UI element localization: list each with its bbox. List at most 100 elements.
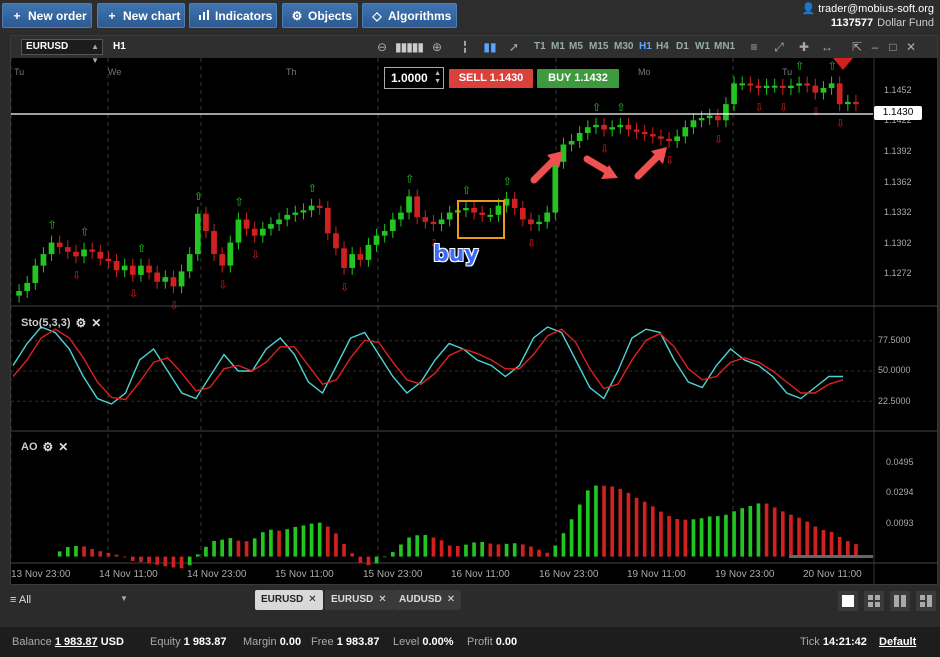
candle-body bbox=[763, 85, 770, 88]
candle-body bbox=[406, 196, 412, 213]
sell-button[interactable]: SELL 1.1430 bbox=[449, 69, 533, 88]
fractal-down-arrow: ⇩ bbox=[527, 238, 536, 250]
tf-h1[interactable]: H1 bbox=[639, 41, 652, 52]
stoch-tick: 50.0000 bbox=[878, 365, 911, 375]
candle-body bbox=[633, 129, 640, 132]
tf-m1[interactable]: M1 bbox=[551, 41, 565, 52]
profile-select[interactable]: Default bbox=[879, 636, 916, 648]
zoom-out-icon[interactable]: ⊖ bbox=[374, 39, 390, 55]
tf-m5[interactable]: M5 bbox=[569, 41, 583, 52]
annotation-arrow-up bbox=[530, 151, 563, 184]
horizontal-line-icon[interactable]: ↔ bbox=[819, 39, 835, 55]
chart-tab[interactable]: EURUSD ✕ bbox=[255, 590, 323, 610]
tf-mn1[interactable]: MN1 bbox=[714, 41, 735, 52]
layout-single-icon[interactable] bbox=[838, 591, 858, 611]
layout-columns-icon[interactable] bbox=[890, 591, 910, 611]
chart-canvas: ⇧⇧⇧⇧ ⇧⇧⇧⇧⇧⇧ ⇧⇧ ⇧⇩⇩⇩⇩⇩⇩⇩ ⇩⇩⇩⇩⇩ ⇩ ⇩⇩ Tu We Th Mo… bbox=[10, 58, 937, 586]
chart-tab[interactable]: EURUSD ✕ bbox=[325, 590, 393, 610]
tf-d1[interactable]: D1 bbox=[676, 41, 689, 52]
tf-h4[interactable]: H4 bbox=[656, 41, 669, 52]
candle-body bbox=[828, 83, 835, 88]
candle-body bbox=[463, 207, 469, 211]
candle-body bbox=[471, 207, 477, 213]
account-user: trader@mobius-soft.org bbox=[818, 3, 934, 15]
candle-body bbox=[227, 242, 234, 266]
chart-scrollbar[interactable] bbox=[789, 555, 873, 558]
buy-button[interactable]: BUY 1.1432 bbox=[537, 69, 619, 88]
account-info[interactable]: 👤 trader@mobius-soft.org 1137577 Dollar F… bbox=[802, 2, 934, 30]
symbol-selector[interactable]: EURUSD ▲ ▼ bbox=[21, 39, 103, 65]
candle-body bbox=[422, 217, 429, 222]
candle-body bbox=[81, 249, 87, 257]
candle-body bbox=[779, 85, 786, 88]
filter-select[interactable]: ≡ All ▼ bbox=[10, 594, 128, 606]
layout-grid-icon[interactable] bbox=[864, 591, 884, 611]
close-icon[interactable]: ✕ bbox=[378, 594, 386, 605]
close-icon[interactable]: ✕ bbox=[58, 440, 68, 454]
candle-body bbox=[373, 235, 380, 245]
tf-m15[interactable]: M15 bbox=[589, 41, 608, 52]
candle-body bbox=[146, 265, 152, 273]
close-icon[interactable]: ✕ bbox=[308, 594, 316, 605]
crosshair-icon[interactable]: ✚ bbox=[796, 39, 812, 55]
time-tick: 14 Nov 23:00 bbox=[187, 569, 247, 580]
chevron-down-icon: ▼ bbox=[120, 594, 128, 603]
time-tick: 19 Nov 23:00 bbox=[715, 569, 775, 580]
candle-body bbox=[324, 207, 331, 234]
candle-body bbox=[723, 104, 729, 121]
trendline-icon[interactable]: ⤢ bbox=[771, 39, 787, 55]
price-tick: 1.1332 bbox=[884, 207, 912, 217]
zoom-in-icon[interactable]: ⊕ bbox=[429, 39, 445, 55]
candle-body bbox=[536, 221, 542, 225]
candles bbox=[16, 76, 859, 303]
plus-icon: + bbox=[13, 8, 21, 23]
candle-body bbox=[511, 198, 518, 208]
minimize-icon[interactable]: – bbox=[867, 39, 883, 55]
tf-m30[interactable]: M30 bbox=[614, 41, 633, 52]
new-chart-button[interactable]: + New chart bbox=[97, 3, 185, 28]
indicators-button[interactable]: Indicators bbox=[189, 3, 277, 28]
price-tick: 1.1392 bbox=[884, 146, 912, 156]
bar-chart-type-icon[interactable]: ╏ bbox=[457, 39, 473, 55]
algorithms-button[interactable]: ◇ Algorithms bbox=[362, 3, 457, 28]
time-tick: 15 Nov 23:00 bbox=[363, 569, 423, 580]
tick-stat: Tick 14:21:42 bbox=[800, 636, 867, 648]
chart-plot-area[interactable]: ⇧ ⇧ ⇧ ⇧ ⇧ ⇧ ⇧ ⇧ ⇧ ⇧ ⇧ ⇧ ⇧ ⇩ ⇩ ⇩ ⇩ ⇩ ⇩ ⇩ ⇩ ⇩ ⇩ ⇩ ⇩ ⇩ ⇩ ⇩ Tu We Th Mo… bbox=[10, 58, 937, 586]
candle-body bbox=[162, 277, 169, 282]
fibonacci-icon[interactable]: ≡ bbox=[746, 39, 762, 55]
candle-body bbox=[641, 131, 648, 135]
account-number: 1137577 bbox=[830, 17, 874, 29]
candle-body bbox=[97, 251, 104, 259]
close-icon[interactable]: ✕ bbox=[903, 39, 919, 55]
annotation-arrow-up bbox=[634, 147, 667, 180]
spinner-icon[interactable]: ▲ ▼ bbox=[434, 70, 441, 86]
close-icon[interactable]: ✕ bbox=[447, 594, 455, 605]
fractal-down-arrow: ⇩ bbox=[836, 118, 845, 130]
settings-icon[interactable]: ⚙ bbox=[43, 440, 54, 454]
quantity-input[interactable]: 1.0000 ▲ ▼ bbox=[384, 67, 444, 89]
maximize-icon[interactable]: □ bbox=[885, 39, 901, 55]
chart-tab[interactable]: AUDUSD ✕ bbox=[393, 590, 462, 610]
zoom-slider[interactable]: ▮▮▮▮▮ bbox=[394, 39, 424, 55]
tf-t1[interactable]: T1 bbox=[534, 41, 546, 52]
price-tick: 1.1452 bbox=[884, 85, 912, 95]
close-icon[interactable]: ✕ bbox=[91, 316, 101, 330]
tf-w1[interactable]: W1 bbox=[695, 41, 710, 52]
candle-body bbox=[292, 212, 299, 215]
layout-rows-icon[interactable] bbox=[916, 591, 936, 611]
plus-icon: + bbox=[108, 8, 116, 23]
objects-button[interactable]: ⚙ Objects bbox=[282, 3, 358, 28]
candle-body bbox=[243, 219, 250, 229]
candle-chart-type-icon[interactable]: ▮▮ bbox=[482, 39, 498, 55]
settings-icon[interactable]: ⚙ bbox=[76, 316, 87, 330]
line-chart-type-icon[interactable]: ➚ bbox=[506, 39, 522, 55]
account-fund: Dollar Fund bbox=[877, 17, 934, 29]
detach-icon[interactable]: ⇱ bbox=[849, 39, 865, 55]
buy-annotation: buy bbox=[433, 242, 479, 267]
margin-stat: Margin 0.00 bbox=[243, 636, 302, 648]
candle-body bbox=[349, 254, 356, 268]
current-timeframe: H1 bbox=[113, 41, 126, 52]
status-bar: Balance 1 983.87 USD Equity 1 983.87 Mar… bbox=[0, 627, 940, 657]
new-order-button[interactable]: + New order bbox=[2, 3, 92, 28]
fractal-up-arrow: ⇧ bbox=[48, 220, 57, 232]
